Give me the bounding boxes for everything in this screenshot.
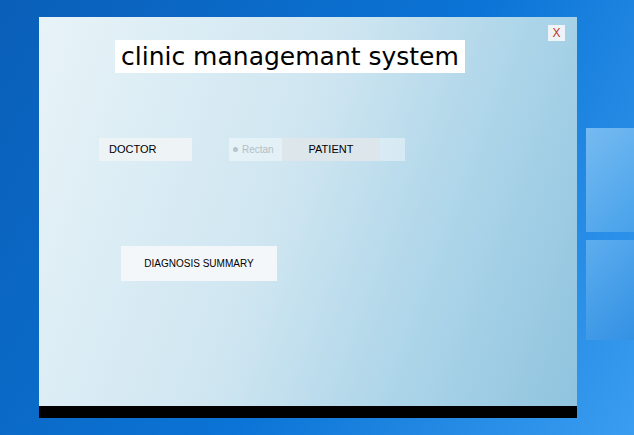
windows-logo-pane — [586, 128, 634, 232]
patient-button[interactable]: PATIENT — [282, 138, 380, 161]
windows-logo-pane — [586, 240, 634, 340]
dot-icon — [233, 147, 238, 152]
rectangle-shape: Rectan PATIENT — [229, 138, 405, 161]
close-button[interactable]: X — [548, 25, 565, 41]
desktop: Xclinic managemant system DOCTOR Rectan PAT… — [0, 0, 634, 435]
header-row: clinic managemant system — [39, 17, 577, 73]
diagnosis-summary-button[interactable]: DIAGNOSIS SUMMARY — [121, 246, 277, 281]
button-row: DOCTOR Rectan PATIENT — [39, 138, 577, 161]
button-row: DIAGNOSIS SUMMARY — [39, 246, 577, 281]
app-title: clinic managemant system — [115, 40, 465, 73]
bottom-bar — [39, 406, 577, 418]
app-window: Xclinic managemant system DOCTOR Rectan PAT… — [39, 17, 577, 418]
rectangle-label: Rectan — [242, 142, 274, 157]
doctor-button[interactable]: DOCTOR — [99, 138, 192, 161]
